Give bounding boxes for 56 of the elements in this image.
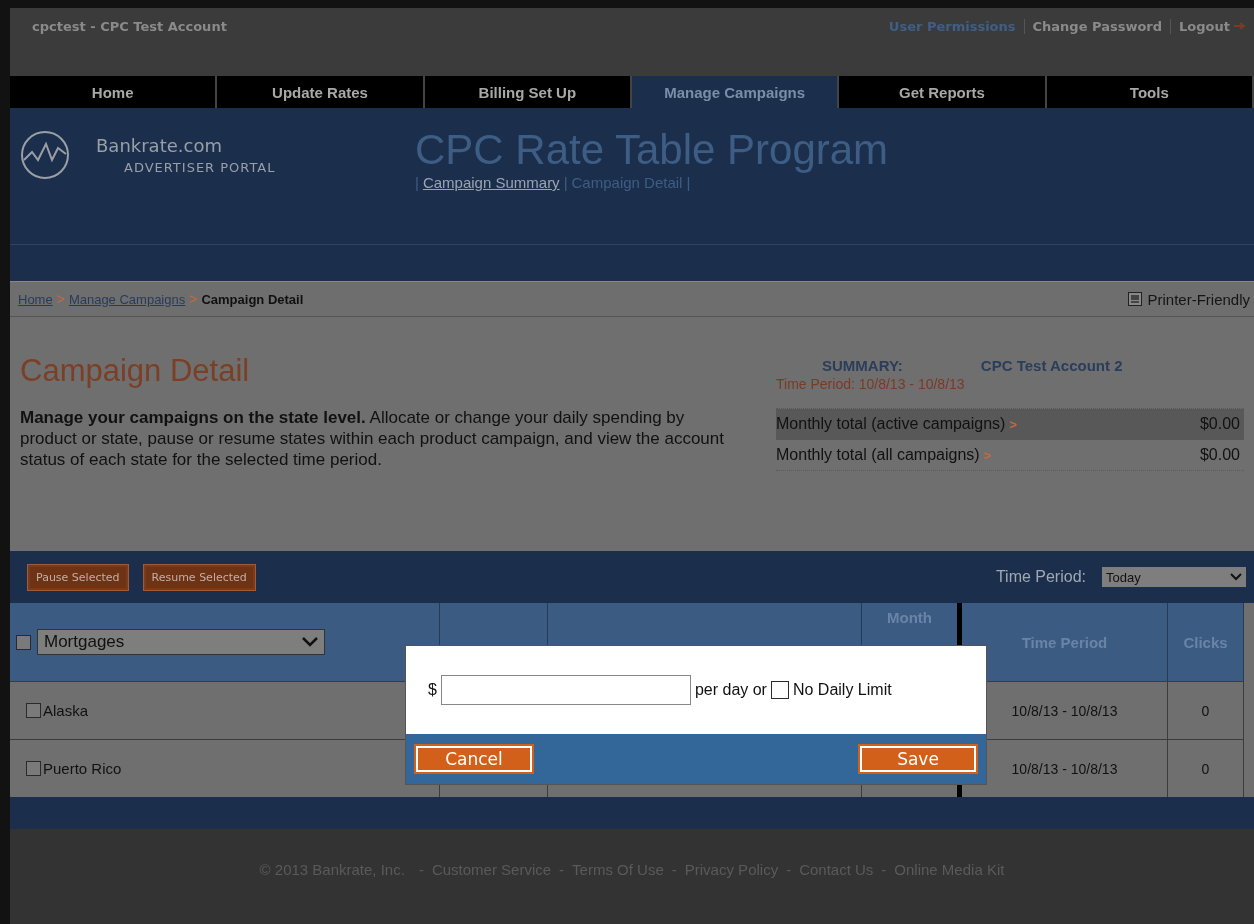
arrow-glyph: > <box>1009 416 1018 432</box>
total-amount: $0.00 <box>1199 446 1240 464</box>
header-link[interactable]: Change Password <box>1023 18 1171 34</box>
account-name: cpctest - CPC Test Account <box>32 18 228 34</box>
state-name: Alaska <box>43 702 89 719</box>
select-all-checkbox[interactable] <box>16 634 31 650</box>
summary-label: SUMMARY: <box>822 357 903 374</box>
brand-tagline: ADVERTISER PORTAL <box>124 160 276 175</box>
header-link[interactable]: Logout <box>1170 18 1254 34</box>
no-limit-checkbox[interactable] <box>770 681 789 699</box>
amount-field[interactable] <box>440 675 691 705</box>
separator: | <box>686 174 691 191</box>
summary-time-period: Time Period: 10/8/13 - 10/8/13 <box>776 376 966 392</box>
page-title: Campaign Detail <box>20 353 251 389</box>
total-amount: $0.00 <box>1199 415 1240 433</box>
brand-name: Bankrate.com <box>96 135 223 156</box>
breadcrumb-separator: > <box>56 291 65 307</box>
breadcrumb-item[interactable]: Home <box>18 291 53 307</box>
time-period-label: Time Period: <box>995 568 1086 586</box>
state-name: Puerto Rico <box>43 760 122 777</box>
arrow-glyph: > <box>983 447 992 463</box>
chevron-icon <box>302 637 318 647</box>
row-checkbox[interactable] <box>26 703 41 718</box>
footer-separator: - <box>671 861 677 878</box>
total-label: Monthly total (all campaigns) <box>776 446 980 464</box>
toolbar-button[interactable]: Pause Selected <box>28 564 128 590</box>
breadcrumb-item: Campaign Detail <box>201 291 304 307</box>
footer-separator: - <box>881 861 887 878</box>
nav-tab[interactable]: Manage Campaigns <box>632 76 840 108</box>
arrow-icon <box>1234 22 1246 30</box>
dialog-button[interactable]: Save <box>860 746 976 772</box>
separator: | <box>563 174 568 191</box>
chevron-icon <box>1230 573 1242 581</box>
per-day-label: per day or <box>694 681 767 699</box>
product-select[interactable]: Mortgages <box>37 629 325 655</box>
total-row[interactable]: Monthly total (active campaigns) > $0.00 <box>776 409 1244 440</box>
row-checkbox[interactable] <box>26 761 41 776</box>
footer-separator: - <box>786 861 792 878</box>
breadcrumb-item[interactable]: Manage Campaigns <box>68 291 186 307</box>
total-label: Monthly total (active campaigns) <box>776 415 1006 433</box>
page-link[interactable]: Campaign Summary <box>422 174 560 191</box>
currency-sign: $ <box>428 681 437 699</box>
no-limit-label: No Daily Limit <box>792 681 892 699</box>
dialog-button[interactable]: Cancel <box>416 746 532 772</box>
breadcrumb-separator: > <box>189 291 198 307</box>
printer-friendly-link[interactable]: Printer-Friendly <box>1128 290 1254 308</box>
printer-icon <box>1128 292 1143 306</box>
footer-separator: - <box>559 861 565 878</box>
separator: | <box>415 174 419 191</box>
table-cell: 0 <box>1168 681 1244 739</box>
toolbar-button[interactable]: Resume Selected <box>143 564 255 590</box>
time-period-select[interactable]: Today <box>1102 567 1246 587</box>
intro-text: Manage your campaigns on the state level. Allocate or change your daily spending by product or state, pause or resume states within each product campaign, and view the account status of each state for the selected time period. <box>20 407 725 470</box>
total-row[interactable]: Monthly total (all campaigns) > $0.00 <box>776 440 1244 471</box>
footer-separator: - <box>418 861 424 878</box>
summary-account: CPC Test Account 2 <box>980 357 1123 374</box>
